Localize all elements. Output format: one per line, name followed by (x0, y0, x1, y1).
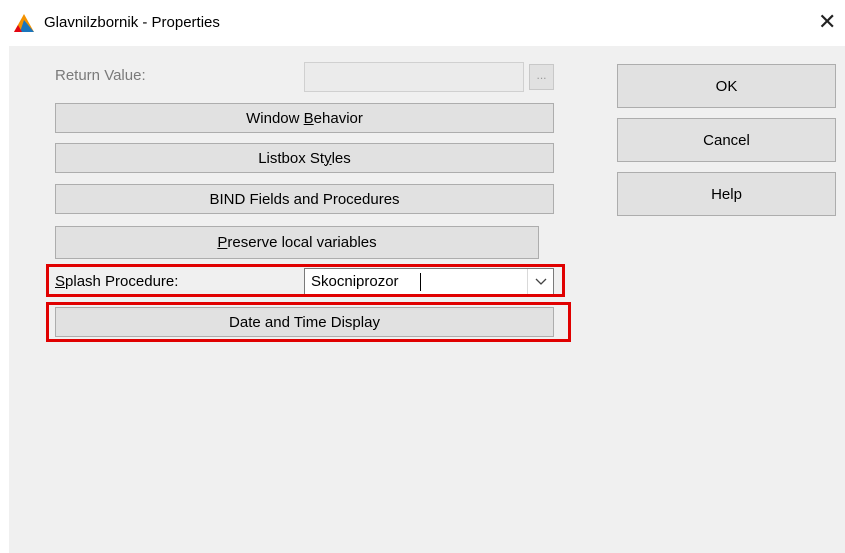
dialog-body: Return Value: ... Window Behavior Listbo… (9, 46, 845, 553)
window-behavior-label: Window Behavior (246, 109, 363, 127)
help-button[interactable]: Help (617, 172, 836, 216)
preserve-locals-label: Preserve local variables (217, 234, 377, 251)
highlight-splash-procedure (46, 264, 565, 297)
return-value-field (304, 62, 524, 92)
app-logo-icon (14, 14, 34, 32)
preserve-locals-button[interactable]: Preserve local variables (55, 226, 539, 259)
ok-button[interactable]: OK (617, 64, 836, 108)
listbox-styles-button[interactable]: Listbox Styles (55, 143, 554, 173)
listbox-styles-label: Listbox Styles (258, 149, 351, 167)
window-behavior-button[interactable]: Window Behavior (55, 103, 554, 133)
return-value-label: Return Value: (55, 67, 146, 84)
highlight-date-time-display (46, 302, 571, 342)
ellipsis-icon: ... (529, 64, 554, 90)
bind-fields-button[interactable]: BIND Fields and Procedures (55, 184, 554, 214)
close-icon[interactable]: ✕ (818, 11, 836, 33)
cancel-button[interactable]: Cancel (617, 118, 836, 162)
window-title: Glavnilzbornik - Properties (44, 14, 220, 31)
title-bar: Glavnilzbornik - Properties ✕ (0, 0, 845, 46)
